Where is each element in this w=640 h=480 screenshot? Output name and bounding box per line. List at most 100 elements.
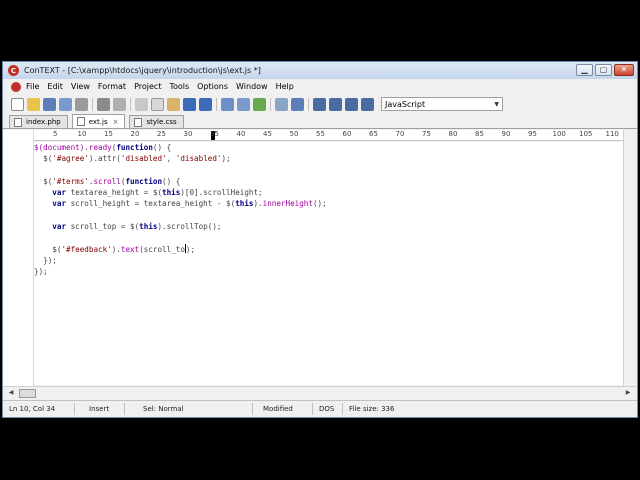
replace-icon[interactable]: [253, 97, 266, 111]
ruler-tick-label: 25: [157, 130, 166, 138]
print-icon[interactable]: [97, 97, 110, 111]
ruler-tick-label: 80: [448, 130, 458, 138]
chevron-down-icon: ▼: [494, 100, 499, 108]
maximize-button[interactable]: ▢: [595, 64, 612, 76]
ruler-tick-label: 90: [501, 130, 511, 138]
code-line: var scroll_height = textarea_height - $(…: [34, 198, 623, 209]
minimize-button[interactable]: ▁: [576, 64, 593, 76]
find-icon[interactable]: [221, 97, 234, 111]
scrollbar-thumb[interactable]: [19, 389, 36, 398]
code-token: $(document): [34, 143, 85, 152]
menu-help[interactable]: Help: [276, 82, 294, 91]
paste-icon[interactable]: [167, 97, 180, 111]
code-token: ).attr(: [88, 154, 121, 164]
code-token: ).: [253, 199, 263, 209]
document-menu-icon[interactable]: [11, 81, 21, 92]
line-gutter: [3, 130, 34, 386]
ruler-tick-label: 40: [236, 130, 246, 138]
format-icon[interactable]: [291, 97, 304, 111]
user-exec-1-icon[interactable]: [313, 97, 326, 111]
close-file-icon[interactable]: [75, 97, 88, 111]
menu-file[interactable]: File: [26, 82, 39, 91]
toolbar-separator: [216, 97, 217, 111]
user-exec-4-icon[interactable]: [361, 97, 374, 111]
save-icon[interactable]: [43, 97, 56, 111]
horizontal-scrollbar[interactable]: ◀ ▶: [3, 386, 637, 399]
tab-style-css[interactable]: style.css: [129, 115, 184, 128]
file-icon: [14, 117, 22, 127]
code-token: this: [235, 199, 254, 209]
ruler-tick-label: 20: [130, 130, 140, 138]
toolbar-separator: [270, 97, 271, 111]
copy-icon[interactable]: [151, 97, 164, 111]
ruler-tick-label: 15: [104, 130, 113, 138]
menu-view[interactable]: View: [71, 82, 90, 91]
ruler-tick-label: 60: [342, 130, 352, 138]
status-modified: Modified: [253, 402, 313, 415]
ruler-tick-label: 110: [605, 130, 619, 138]
code-token: scroll_height = textarea_height - $(: [66, 199, 236, 209]
toolbar-separator: [308, 97, 309, 111]
menu-window[interactable]: Window: [236, 82, 268, 91]
tab-label: index.php: [26, 118, 61, 126]
ruler-tick-label: 45: [263, 130, 272, 138]
window-title: ConTEXT - [C:\xampp\htdocs\jquery\introd…: [24, 66, 261, 75]
menu-options[interactable]: Options: [197, 82, 228, 91]
code-token: () {: [162, 176, 181, 186]
menu-tools[interactable]: Tools: [169, 82, 189, 91]
ruler-tick-label: 5: [53, 130, 58, 138]
code-token: $(: [34, 176, 53, 186]
find-next-icon[interactable]: [237, 97, 250, 111]
ruler-tick-label: 10: [77, 130, 87, 138]
menu-format[interactable]: Format: [98, 82, 126, 91]
save-all-icon[interactable]: [59, 97, 72, 111]
vertical-scrollbar[interactable]: [623, 130, 637, 386]
redo-icon[interactable]: [199, 97, 212, 111]
highlighter-select[interactable]: JavaScript ▼: [381, 97, 503, 111]
code-line: var textarea_height = $(this)[0].scrollH…: [34, 187, 623, 198]
code-line: var scroll_top = $(this).scrollTop();: [34, 221, 623, 232]
user-exec-3-icon[interactable]: [345, 97, 358, 111]
code-token: scroll_top = $(: [66, 222, 140, 232]
code-token: ();: [312, 199, 327, 209]
scroll-left-icon[interactable]: ◀: [6, 389, 16, 398]
tab-label: ext.js: [88, 117, 108, 126]
cut-icon[interactable]: [135, 97, 148, 111]
menu-bar: File Edit View Format Project Tools Opti…: [3, 79, 637, 94]
tab-index-php[interactable]: index.php: [9, 115, 68, 128]
open-folder-icon[interactable]: [27, 97, 40, 111]
window-controls: ▁ ▢ ✕: [576, 64, 634, 76]
code-token: this: [162, 188, 181, 198]
code-line: $('#terms'.scroll(function() {: [34, 176, 623, 187]
ruler-tick-label: 30: [183, 130, 193, 138]
ruler-tick-label: 100: [552, 130, 566, 138]
close-button[interactable]: ✕: [614, 64, 634, 76]
ruler-tick-label: 75: [422, 130, 431, 138]
code-token: '#terms': [52, 176, 89, 186]
code-token: (scroll_to: [139, 244, 185, 254]
close-tab-icon[interactable]: ×: [113, 118, 119, 126]
code-text: $(document).ready(function() { $('#agree…: [34, 142, 623, 278]
scroll-right-icon[interactable]: ▶: [623, 389, 633, 398]
code-token: ready: [88, 143, 112, 152]
code-token: 'disabled': [120, 154, 167, 164]
ruler-tick-label: 55: [316, 130, 325, 138]
user-exec-2-icon[interactable]: [329, 97, 342, 111]
menu-project[interactable]: Project: [134, 82, 161, 91]
print-preview-icon[interactable]: [113, 97, 126, 111]
code-token: function: [125, 176, 163, 186]
tab-ext-js[interactable]: ext.js ×: [71, 114, 126, 128]
code-token: scroll: [93, 176, 121, 186]
code-token: var: [52, 199, 67, 209]
menu-edit[interactable]: Edit: [47, 82, 63, 91]
bookmark-icon[interactable]: [275, 97, 288, 111]
video-frame: C ConTEXT - [C:\xampp\htdocs\jquery\intr…: [0, 0, 640, 480]
code-line: });: [34, 255, 623, 266]
new-file-icon[interactable]: [11, 97, 24, 111]
undo-icon[interactable]: [183, 97, 196, 111]
ruler-tick-label: 85: [475, 130, 484, 138]
code-editor[interactable]: $(document).ready(function() { $('#agree…: [34, 142, 623, 385]
